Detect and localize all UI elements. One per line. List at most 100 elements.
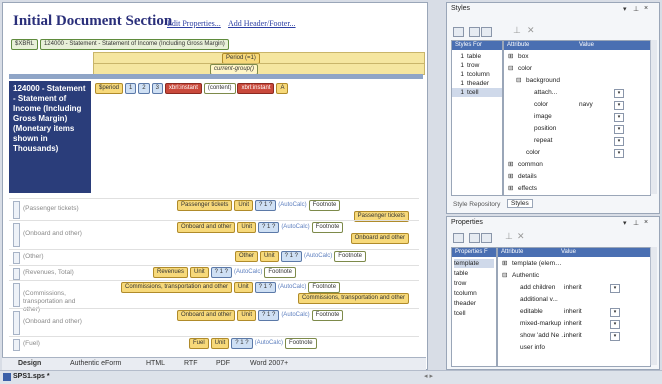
list-item[interactable]: 1 trow	[452, 61, 502, 70]
concept-tag[interactable]: Onboard and other	[177, 222, 236, 233]
footnote-tag[interactable]: Footnote	[284, 338, 317, 349]
attribute-value[interactable]: inherit	[564, 307, 582, 316]
dropdown-arrow-icon[interactable]: ▾	[614, 125, 624, 134]
edit-properties-link[interactable]: Edit Properties...	[167, 19, 221, 28]
concept-tag[interactable]: Other	[235, 251, 259, 262]
list-item[interactable]: trow	[454, 279, 494, 288]
panel-menu-icon[interactable]: ▾	[623, 5, 627, 13]
add-property-icon[interactable]	[469, 233, 480, 243]
scroll-arrows-icon[interactable]: ◂ ▸	[424, 372, 433, 380]
list-item[interactable]: 1 tcolumn	[452, 70, 502, 79]
column-tag[interactable]: ? 1 ?	[257, 222, 280, 233]
tab-pdf[interactable]: PDF	[216, 359, 230, 369]
dropdown-arrow-icon[interactable]: ▾	[614, 149, 624, 158]
close-icon[interactable]: ×	[644, 219, 648, 226]
table-props-icon[interactable]	[453, 233, 464, 243]
column-tag[interactable]: ? 1 ?	[254, 282, 276, 293]
sort-icon[interactable]: ⊥	[505, 231, 513, 242]
expand-toggle-icon[interactable]: ⊞	[508, 172, 513, 181]
footnote-tag[interactable]: Footnote	[334, 251, 366, 262]
column-2-tag[interactable]: 2	[138, 83, 150, 94]
dropdown-arrow-icon[interactable]: ▾	[614, 89, 624, 98]
column-tag[interactable]: ? 1 ?	[257, 310, 280, 321]
dropdown-arrow-icon[interactable]: ▾	[614, 101, 624, 110]
sort-icon[interactable]: ⊥	[513, 25, 521, 36]
dropdown-arrow-icon[interactable]: ▾	[610, 320, 620, 329]
tab-rtf[interactable]: RTF	[184, 359, 197, 369]
column-3-tag[interactable]: 3	[151, 83, 163, 94]
concept-tag[interactable]: Onboard and other	[177, 310, 236, 321]
tab-word-2007[interactable]: Word 2007+	[250, 359, 288, 369]
delete-icon[interactable]: ✕	[527, 25, 535, 36]
tab-styles[interactable]: Styles	[507, 199, 533, 208]
expand-toggle-icon[interactable]: ⊞	[502, 259, 507, 268]
table-column-ruler[interactable]	[9, 74, 423, 79]
row-handle[interactable]	[13, 311, 20, 335]
table-row[interactable]: (Onboard and other) Onboard and other Uni…	[9, 220, 419, 247]
table-row[interactable]: (Passenger tickets) Passenger tickets Uni…	[9, 198, 419, 222]
unit-tag[interactable]: Unit	[189, 267, 209, 278]
row-handle[interactable]	[13, 252, 20, 264]
content-tag[interactable]: (content)	[203, 83, 236, 94]
list-item[interactable]: 1 tcell	[452, 88, 502, 97]
unit-tag[interactable]: Unit	[237, 310, 256, 321]
list-item[interactable]: table	[454, 269, 494, 278]
dropdown-arrow-icon[interactable]: ▾	[610, 332, 620, 341]
dropdown-arrow-icon[interactable]: ▾	[614, 137, 624, 146]
row-handle[interactable]	[13, 223, 20, 247]
unit-tag[interactable]: Unit	[234, 200, 253, 211]
xbrl-instant-end-tag[interactable]: xbrl:instant	[237, 83, 275, 94]
expand-toggle-icon[interactable]: ⊞	[508, 184, 513, 193]
attribute-value[interactable]: inherit	[564, 319, 582, 328]
unit-tag[interactable]: Unit	[259, 251, 279, 262]
xbrl-tag[interactable]: $XBRL	[11, 39, 39, 50]
footnote-tag[interactable]: Footnote	[308, 282, 341, 293]
list-item[interactable]: template	[454, 259, 494, 268]
tab-html[interactable]: HTML	[146, 359, 165, 369]
expand-toggle-icon[interactable]: ⊟	[502, 271, 507, 280]
concept-tag[interactable]: Passenger tickets	[177, 200, 233, 211]
panel-menu-icon[interactable]: ▾	[623, 219, 627, 227]
attribute-value[interactable]: inherit	[564, 331, 582, 340]
unit-tag[interactable]: Unit	[234, 282, 253, 293]
dropdown-arrow-icon[interactable]: ▾	[610, 308, 620, 317]
list-item[interactable]: tcolumn	[454, 289, 494, 298]
tab-design[interactable]: Design	[18, 359, 41, 369]
table-row[interactable]: (Commissions, transportation and other) C…	[9, 280, 419, 313]
expand-toggle-icon[interactable]: ⊟	[516, 76, 521, 85]
concept-tag[interactable]: Fuel	[189, 338, 209, 349]
add-style-icon[interactable]	[469, 27, 480, 37]
column-1-tag[interactable]: 1	[124, 83, 137, 94]
column-tag[interactable]: ? 1 ?	[210, 267, 232, 278]
expand-toggle-icon[interactable]: ⊞	[508, 160, 513, 169]
column-tag[interactable]: ? 1 ?	[280, 251, 302, 262]
period-variable-tag[interactable]: $period	[95, 83, 124, 94]
dropdown-arrow-icon[interactable]: ▾	[610, 284, 620, 293]
attribute-value[interactable]: inherit	[564, 283, 582, 292]
remove-property-icon[interactable]	[481, 233, 492, 243]
table-row[interactable]: (Other) Other Unit ? 1 ? (AutoCalc) Footnot…	[9, 249, 419, 264]
dropdown-arrow-icon[interactable]: ▾	[614, 113, 624, 122]
list-item[interactable]: theader	[454, 299, 494, 308]
row-handle[interactable]	[13, 339, 20, 351]
list-item[interactable]: 1 table	[452, 52, 502, 61]
concept-tag[interactable]: Revenues	[153, 267, 189, 278]
table-row[interactable]: (Onboard and other) Onboard and other Uni…	[9, 308, 419, 335]
concept-end-tag[interactable]: Onboard and other	[350, 233, 409, 244]
expand-toggle-icon[interactable]: ⊞	[508, 52, 513, 61]
pin-icon[interactable]: ⊥	[633, 219, 639, 227]
expand-toggle-icon[interactable]: ⊟	[508, 64, 513, 73]
table-row[interactable]: (Fuel) Fuel Unit ? 1 ? (AutoCalc) Footnote	[9, 336, 419, 351]
design-view[interactable]: Initial Document Section Edit Properties…	[2, 2, 428, 370]
close-icon[interactable]: ×	[644, 5, 648, 12]
unit-tag[interactable]: Unit	[237, 222, 256, 233]
footnote-tag[interactable]: Footnote	[311, 310, 344, 321]
document-tab[interactable]: SPS1.sps *	[13, 373, 50, 380]
column-tag[interactable]: ? 1 ?	[254, 200, 277, 211]
concept-end-tag[interactable]: Commissions, transportation and other	[297, 293, 409, 304]
row-handle[interactable]	[13, 201, 20, 219]
attribute-value[interactable]: navy	[579, 100, 593, 109]
styles-scrollbar[interactable]	[650, 40, 657, 194]
row-handle[interactable]	[13, 283, 20, 307]
tab-authentic-eform[interactable]: Authentic eForm	[70, 359, 121, 369]
